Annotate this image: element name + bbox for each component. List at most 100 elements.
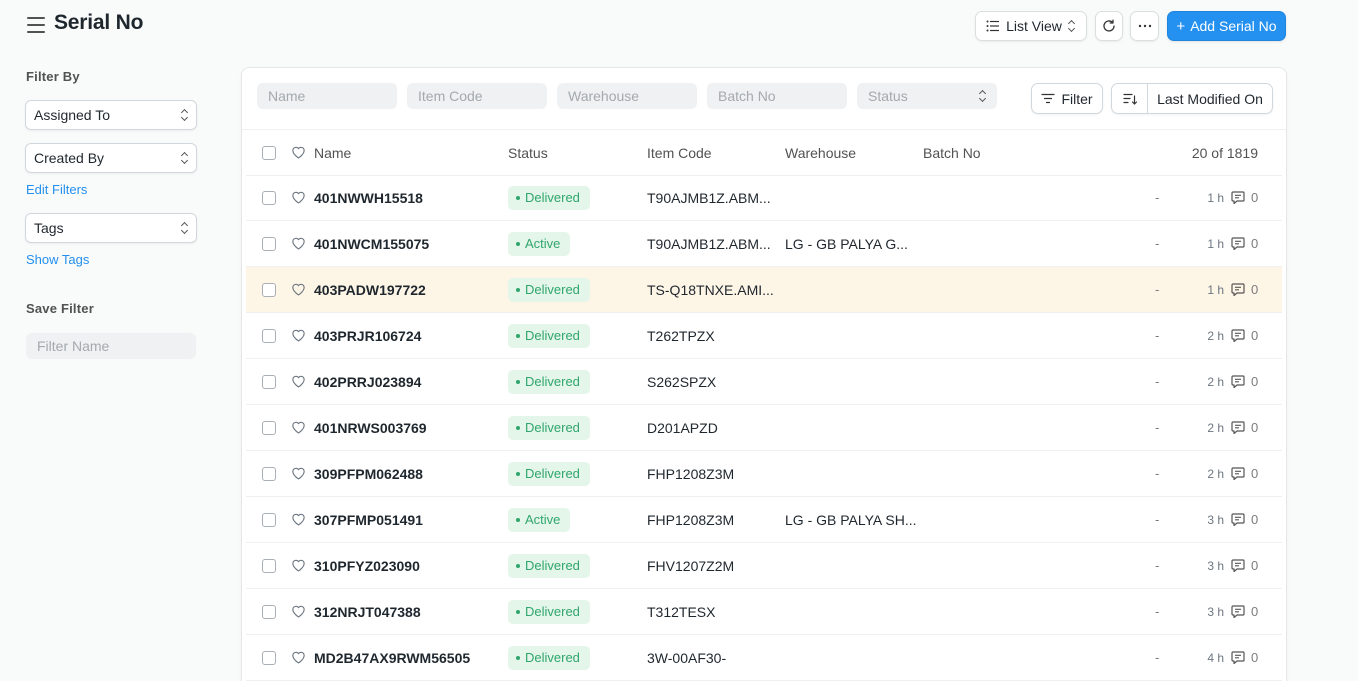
status-dot-icon: [516, 287, 520, 292]
row-dash: -: [1155, 512, 1160, 527]
status-badge: Delivered: [508, 599, 590, 624]
heart-icon[interactable]: [291, 420, 306, 434]
row-checkbox[interactable]: [262, 375, 276, 389]
list-row[interactable]: 307PFMP051491 Active FHP1208Z3M LG - GB …: [246, 497, 1282, 543]
page-title: Serial No: [54, 11, 144, 34]
batch-no-filter-input[interactable]: [707, 83, 847, 109]
heart-icon[interactable]: [291, 328, 306, 342]
filter-button[interactable]: Filter: [1031, 83, 1103, 114]
sort-selector: Last Modified On: [1111, 83, 1273, 114]
comment-count[interactable]: 0: [1231, 374, 1258, 389]
heart-icon[interactable]: [291, 604, 306, 618]
row-name-link[interactable]: 310PFYZ023090: [314, 558, 420, 574]
row-checkbox[interactable]: [262, 237, 276, 251]
row-checkbox[interactable]: [262, 559, 276, 573]
list-row[interactable]: 401NWCM155075 Active T90AJMB1Z.ABM... LG…: [246, 221, 1282, 267]
row-checkbox[interactable]: [262, 651, 276, 665]
select-arrows-icon: [1068, 21, 1076, 31]
comment-count[interactable]: 0: [1231, 190, 1258, 205]
column-header-warehouse: Warehouse: [785, 144, 857, 161]
tags-select[interactable]: Tags: [25, 213, 197, 243]
list-view-button[interactable]: List View: [975, 11, 1087, 41]
more-options-button[interactable]: [1130, 11, 1159, 41]
row-checkbox[interactable]: [262, 421, 276, 435]
assigned-to-select[interactable]: Assigned To: [25, 100, 197, 130]
list-row[interactable]: MD2B47AX9RWM56505 Delivered 3W-00AF30- -…: [246, 635, 1282, 681]
heart-icon[interactable]: [291, 512, 306, 526]
heart-icon[interactable]: [291, 236, 306, 250]
row-item-code: FHP1208Z3M: [647, 465, 735, 482]
comment-count[interactable]: 0: [1231, 558, 1258, 573]
created-by-select[interactable]: Created By: [25, 143, 197, 173]
warehouse-filter-input[interactable]: [557, 83, 697, 109]
refresh-button[interactable]: [1095, 11, 1123, 41]
row-item-code: T262TPZX: [647, 327, 715, 344]
status-dot-icon: [516, 241, 520, 246]
save-filter-heading: Save Filter: [26, 301, 94, 316]
comment-count[interactable]: 0: [1231, 650, 1258, 665]
comment-count-value: 0: [1251, 420, 1259, 435]
comment-count[interactable]: 0: [1231, 420, 1258, 435]
row-item-code: D201APZD: [647, 419, 718, 436]
item-code-filter-input[interactable]: [407, 83, 547, 109]
row-name-link[interactable]: 402PRRJ023894: [314, 374, 421, 390]
row-checkbox[interactable]: [262, 283, 276, 297]
sort-direction-button[interactable]: [1112, 84, 1148, 113]
comment-count[interactable]: 0: [1231, 236, 1258, 251]
select-all-checkbox[interactable]: [262, 146, 276, 160]
comment-count-value: 0: [1251, 282, 1259, 297]
column-header-status: Status: [508, 144, 548, 161]
row-checkbox[interactable]: [262, 329, 276, 343]
comment-count[interactable]: 0: [1231, 466, 1258, 481]
status-dot-icon: [516, 609, 520, 614]
list-row[interactable]: 401NWWH15518 Delivered T90AJMB1Z.ABM... …: [246, 175, 1282, 221]
list-row[interactable]: 402PRRJ023894 Delivered S262SPZX - 2 h 0: [246, 359, 1282, 405]
comment-count-value: 0: [1251, 604, 1259, 619]
list-row[interactable]: 403PADW197722 Delivered TS-Q18TNXE.AMI..…: [246, 267, 1282, 313]
row-name-link[interactable]: 401NWWH15518: [314, 190, 423, 206]
row-checkbox[interactable]: [262, 191, 276, 205]
heart-icon[interactable]: [291, 282, 306, 296]
row-checkbox[interactable]: [262, 513, 276, 527]
comment-count[interactable]: 0: [1231, 604, 1258, 619]
heart-icon[interactable]: [291, 145, 306, 159]
status-label: Active: [525, 512, 561, 527]
row-name-link[interactable]: 401NRWS003769: [314, 420, 427, 436]
heart-icon[interactable]: [291, 190, 306, 204]
list-row[interactable]: 309PFPM062488 Delivered FHP1208Z3M - 2 h…: [246, 451, 1282, 497]
comment-count[interactable]: 0: [1231, 328, 1258, 343]
row-name-link[interactable]: 403PRJR106724: [314, 328, 421, 344]
filter-name-input[interactable]: [26, 333, 196, 359]
show-tags-link[interactable]: Show Tags: [26, 252, 89, 267]
status-label: Delivered: [525, 282, 580, 297]
row-name-link[interactable]: 309PFPM062488: [314, 466, 423, 482]
sort-field-button[interactable]: Last Modified On: [1148, 84, 1272, 113]
edit-filters-link[interactable]: Edit Filters: [26, 182, 87, 197]
row-name-link[interactable]: MD2B47AX9RWM56505: [314, 650, 470, 666]
row-name-link[interactable]: 307PFMP051491: [314, 512, 423, 528]
status-label: Delivered: [525, 466, 580, 481]
row-name-link[interactable]: 401NWCM155075: [314, 236, 429, 252]
status-dot-icon: [516, 333, 520, 338]
list-row[interactable]: 310PFYZ023090 Delivered FHV1207Z2M - 3 h…: [246, 543, 1282, 589]
row-checkbox[interactable]: [262, 605, 276, 619]
heart-icon[interactable]: [291, 558, 306, 572]
name-filter-input[interactable]: [257, 83, 397, 109]
sidebar-toggle-icon[interactable]: [27, 17, 45, 33]
row-checkbox[interactable]: [262, 467, 276, 481]
heart-icon[interactable]: [291, 650, 306, 664]
add-serial-no-button[interactable]: + Add Serial No: [1167, 11, 1286, 41]
heart-icon[interactable]: [291, 466, 306, 480]
status-filter-select[interactable]: Status: [857, 83, 997, 109]
list-row[interactable]: 312NRJT047388 Delivered T312TESX - 3 h 0: [246, 589, 1282, 635]
row-modified-time: 2 h: [1207, 328, 1224, 343]
row-name-link[interactable]: 312NRJT047388: [314, 604, 421, 620]
list-row[interactable]: 403PRJR106724 Delivered T262TPZX - 2 h 0: [246, 313, 1282, 359]
comment-count[interactable]: 0: [1231, 282, 1258, 297]
select-arrows-icon: [180, 153, 188, 163]
heart-icon[interactable]: [291, 374, 306, 388]
row-name-link[interactable]: 403PADW197722: [314, 282, 426, 298]
list-row[interactable]: 401NRWS003769 Delivered D201APZD - 2 h 0: [246, 405, 1282, 451]
comment-icon: [1231, 559, 1245, 572]
comment-count[interactable]: 0: [1231, 512, 1258, 527]
